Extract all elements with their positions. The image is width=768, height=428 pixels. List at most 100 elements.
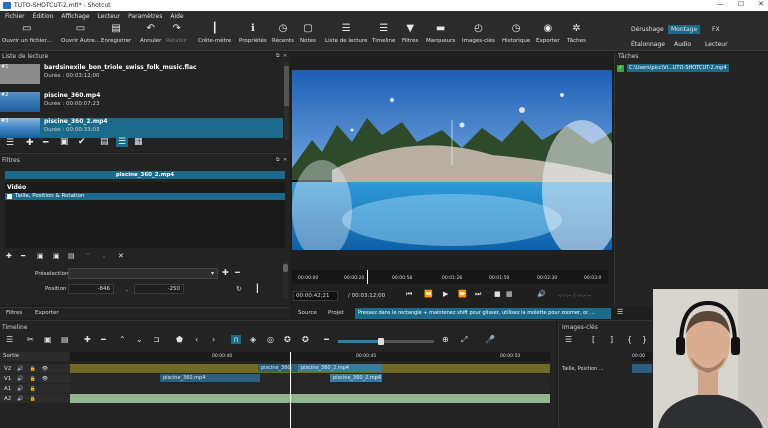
seek-out-icon[interactable]: ] — [610, 335, 613, 344]
zoom-slider-handle[interactable] — [378, 338, 384, 345]
timeline-playhead[interactable] — [290, 352, 291, 428]
next-marker-icon[interactable]: › — [212, 335, 215, 344]
details-view-icon[interactable]: ▤ — [100, 137, 109, 147]
layout-color[interactable]: Étalonnage — [631, 41, 665, 48]
toolbar-button-keyframes[interactable]: ◴ Images-clés — [462, 23, 495, 44]
timecode-display[interactable]: 00:00:42;21 — [293, 291, 338, 301]
fast-forward-icon[interactable]: ⏩ — [458, 290, 467, 298]
record-audio-icon[interactable]: 🎤 — [485, 335, 495, 344]
position-x-input[interactable]: -846 — [68, 284, 114, 294]
track-header-a2[interactable]: A2 🔊 🔒 — [0, 394, 70, 403]
preset-select[interactable]: ▾ — [68, 268, 218, 279]
toolbar-button-marker[interactable]: ▬ Marqueurs — [426, 23, 455, 44]
list-view-icon[interactable]: ☰ — [116, 137, 129, 147]
layout-fx[interactable]: FX — [712, 26, 720, 33]
toolbar-button-history[interactable]: ◷ Historique — [502, 23, 530, 44]
zoom-fit-icon[interactable]: ⤢ — [461, 335, 467, 345]
status-menu-icon[interactable]: ☰ — [617, 308, 623, 316]
layout-editing[interactable]: Montage — [668, 25, 701, 34]
menu-help[interactable]: Aide — [170, 13, 183, 20]
toggle-zoom-icon[interactable]: ■ — [494, 290, 501, 298]
ripple-delete-icon[interactable]: ━ — [101, 335, 106, 344]
close-button[interactable]: ✕ — [758, 0, 764, 8]
maximize-button[interactable]: ☐ — [738, 0, 744, 8]
save-preset-icon[interactable]: ✚ — [222, 268, 229, 277]
toolbar-button-export[interactable]: ◉ Exporter — [536, 23, 560, 44]
cut-icon[interactable]: ✂ — [27, 335, 34, 344]
layout-logging[interactable]: Dérushage — [631, 26, 664, 33]
ripple-icon[interactable]: ◎ — [267, 335, 274, 344]
dock-close-icon[interactable]: ✕ — [283, 53, 287, 59]
track-header-v2[interactable]: V2 🔊 🔒 👁 — [0, 364, 70, 373]
toolbar-button-undo[interactable]: ↶ Annuler — [140, 23, 161, 44]
copy-icon[interactable]: ▣ — [44, 335, 52, 344]
copy-filter-icon[interactable]: ▣ — [37, 252, 44, 260]
toolbar-button-filter[interactable]: ▼ Filtres — [402, 23, 418, 44]
next-keyframe-icon[interactable]: } — [642, 335, 647, 344]
remove-filter-icon[interactable]: ━ — [21, 252, 25, 260]
ripple-all-icon[interactable]: ✪ — [284, 335, 291, 344]
menu-player[interactable]: Lecteur — [98, 13, 121, 20]
timeline-ruler[interactable]: 00:00:40 00:00:45 00:00:50 — [70, 352, 550, 361]
scrollbar-thumb[interactable] — [284, 66, 289, 106]
eye-icon[interactable]: 👁 — [42, 376, 48, 382]
save-filter-icon[interactable]: ▤ — [68, 252, 75, 260]
marker-icon[interactable]: ⬟ — [176, 335, 183, 344]
playhead[interactable] — [367, 270, 368, 284]
menu-file[interactable]: Fichier — [5, 13, 25, 20]
lock-icon[interactable]: 🔒 — [30, 376, 36, 382]
lock-icon[interactable]: 🔒 — [30, 386, 36, 392]
lift-icon[interactable]: ⌃ — [119, 335, 126, 344]
mute-icon[interactable]: 🔊 — [17, 396, 23, 402]
rewind-icon[interactable]: ⏪ — [424, 290, 433, 298]
zoom-in-icon[interactable]: ⊕ — [442, 335, 449, 344]
add-icon[interactable]: ✚ — [26, 138, 34, 148]
seek-in-icon[interactable]: [ — [592, 335, 595, 344]
zoom-slider[interactable] — [338, 338, 434, 345]
ripple-markers-icon[interactable]: ✪ — [302, 335, 309, 344]
mute-icon[interactable]: 🔊 — [17, 366, 23, 372]
player-scrubber[interactable]: 00:00:00 00:00:20 00:00:58 00:01:26 00:0… — [292, 270, 608, 284]
split-icon[interactable]: ⊐ — [153, 335, 160, 344]
menu-icon[interactable]: ☰ — [6, 335, 13, 344]
skip-previous-icon[interactable]: ⏮ — [406, 290, 412, 299]
eye-icon[interactable]: 👁 — [42, 366, 48, 372]
timeline-clip[interactable]: piscine_360 — [258, 364, 298, 372]
toolbar-button-timeline[interactable]: ☰ Timeline — [372, 23, 395, 44]
timeline-clip[interactable]: piscine_360.mp4 — [160, 374, 260, 382]
audio-clip-waveform[interactable] — [70, 394, 550, 403]
dock-close-icon[interactable]: ✕ — [283, 157, 287, 163]
scrollbar-thumb[interactable] — [283, 264, 288, 272]
deselect-icon[interactable]: ✕ — [118, 252, 124, 260]
prev-keyframe-icon[interactable]: { — [627, 335, 632, 344]
move-down-icon[interactable]: ⌄ — [101, 252, 107, 260]
overwrite-icon[interactable]: ⌄ — [136, 335, 143, 344]
paste-icon[interactable]: ▤ — [61, 335, 69, 344]
toolbar-button-notes[interactable]: ▢ Notes — [300, 23, 316, 44]
track-header-a1[interactable]: A1 🔊 🔒 — [0, 384, 70, 393]
update-icon[interactable]: ▣ — [60, 137, 69, 147]
delete-preset-icon[interactable]: ━ — [235, 268, 240, 277]
video-viewer[interactable] — [292, 70, 612, 250]
playlist-scrollbar[interactable] — [284, 62, 289, 140]
tab-source[interactable]: Source — [298, 310, 317, 316]
remove-icon[interactable]: ━ — [43, 138, 48, 148]
tab-filters[interactable]: Filtres — [6, 310, 22, 316]
filter-enabled-checkbox[interactable] — [7, 194, 12, 199]
check-icon[interactable]: ✔ — [78, 137, 86, 147]
menu-settings[interactable]: Paramètres — [128, 13, 162, 20]
grid-view-icon[interactable]: ▦ — [134, 137, 143, 147]
keyframes-ruler[interactable]: 00:00 — [632, 352, 652, 361]
playlist-item[interactable]: #1 bardsinexile_bon_triole_swiss_folk_mu… — [0, 64, 283, 84]
keyframe-track[interactable] — [632, 364, 652, 373]
toolbar-button-peak-meter[interactable]: ┃ Crête-mètre — [198, 23, 231, 44]
menu-edit[interactable]: Édition — [33, 13, 54, 20]
position-y-input[interactable]: -250 — [134, 284, 184, 294]
minimize-button[interactable]: — — [717, 0, 724, 8]
timeline-clip[interactable]: piscine_360_2.mp4 — [330, 374, 382, 382]
dock-float-icon[interactable]: ⧉ — [276, 53, 280, 59]
snap-icon[interactable]: ∩ — [231, 335, 241, 344]
move-up-icon[interactable]: ⌃ — [85, 252, 91, 260]
menu-icon[interactable]: ☰ — [6, 138, 14, 148]
track-header-v1[interactable]: V1 🔊 🔒 👁 — [0, 374, 70, 383]
